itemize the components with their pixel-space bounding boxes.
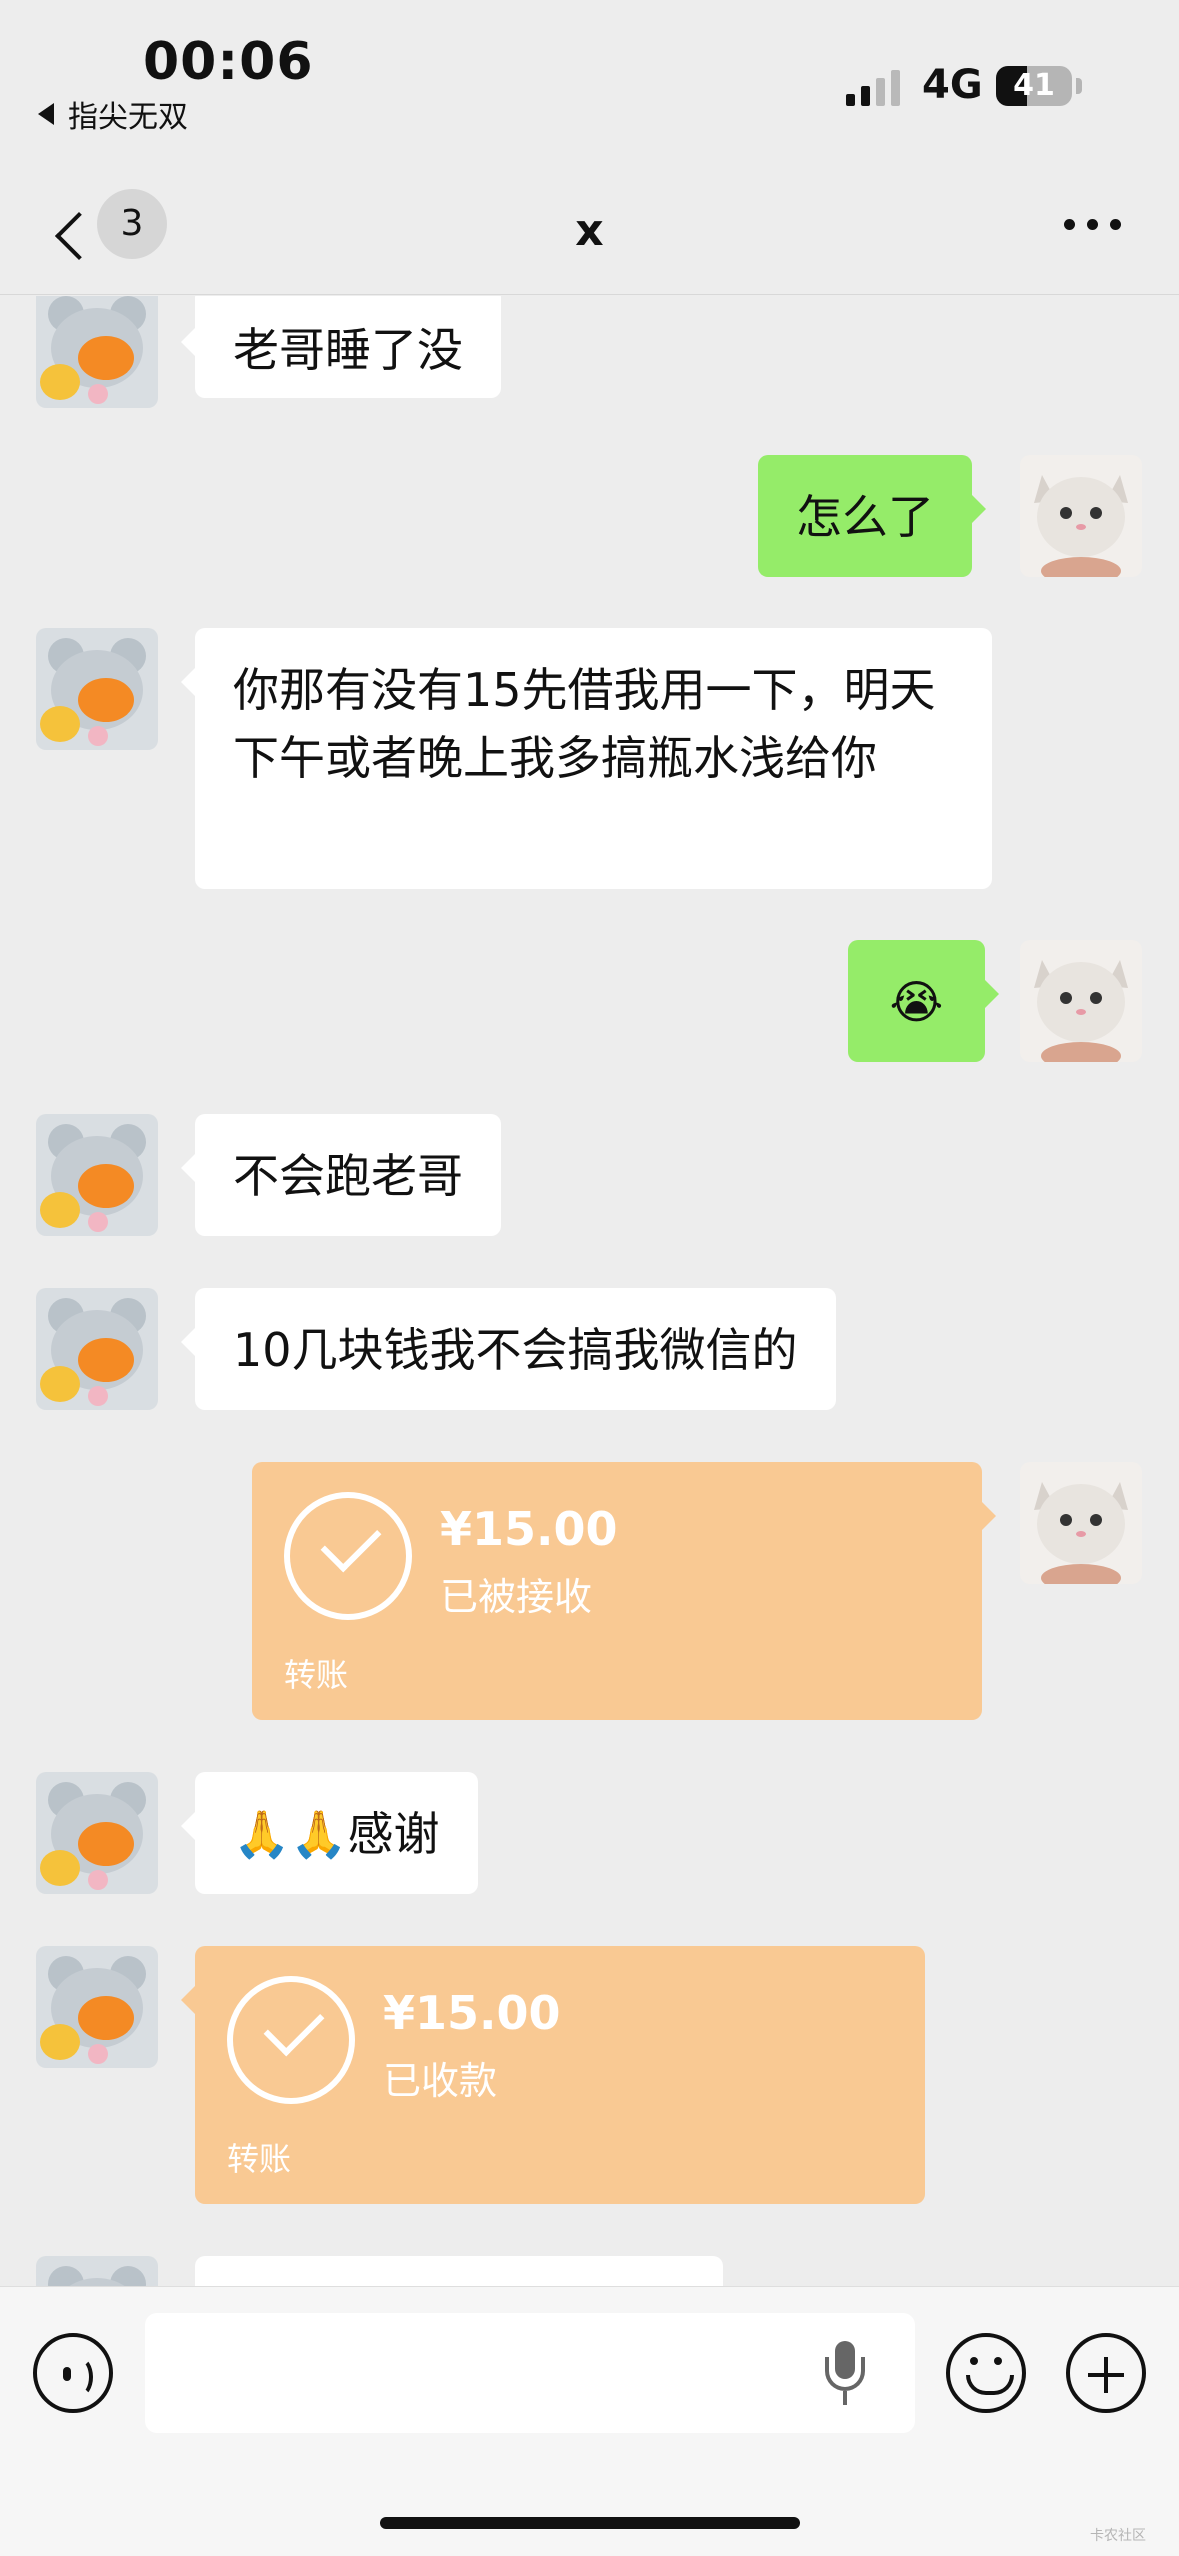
contact-avatar[interactable] bbox=[36, 296, 158, 408]
transfer-amount: ¥15.00 bbox=[440, 1502, 618, 1556]
battery-icon: 41 bbox=[996, 66, 1072, 106]
check-circle-icon bbox=[227, 1976, 355, 2104]
outgoing-message[interactable]: 怎么了 bbox=[758, 455, 986, 577]
transfer-status: 已收款 bbox=[383, 2059, 498, 2103]
contact-avatar[interactable] bbox=[36, 1946, 158, 2068]
transfer-label: 转账 bbox=[227, 2140, 292, 2178]
voice-icon[interactable] bbox=[33, 2333, 113, 2413]
transfer-label: 转账 bbox=[284, 1656, 349, 1694]
contact-avatar[interactable] bbox=[36, 2256, 158, 2286]
contact-avatar[interactable] bbox=[36, 1288, 158, 1410]
back-triangle-icon bbox=[38, 103, 54, 125]
contact-avatar[interactable] bbox=[36, 1114, 158, 1236]
transfer-status: 已被接收 bbox=[440, 1575, 593, 1619]
emoji-icon[interactable] bbox=[946, 2333, 1026, 2413]
message-input[interactable] bbox=[145, 2313, 915, 2433]
my-avatar[interactable] bbox=[1020, 1462, 1142, 1584]
back-app-label: 指尖无双 bbox=[68, 100, 188, 135]
check-circle-icon bbox=[284, 1492, 412, 1620]
chat-header: 3 x bbox=[0, 175, 1179, 295]
home-indicator[interactable] bbox=[380, 2517, 800, 2529]
chat-title: x bbox=[575, 205, 604, 256]
cellular-signal-icon bbox=[846, 70, 900, 106]
microphone-icon[interactable] bbox=[825, 2341, 865, 2407]
incoming-message[interactable]: 🙏🙏感谢 bbox=[181, 1772, 478, 1894]
incoming-message-partial[interactable] bbox=[195, 2256, 723, 2286]
incoming-message[interactable]: 你那有没有15先借我用一下，明天下午或者晚上我多搞瓶水浅给你 bbox=[181, 628, 992, 889]
input-bar: 卡农社区 bbox=[0, 2286, 1179, 2556]
more-icon[interactable] bbox=[1064, 219, 1121, 230]
contact-avatar[interactable] bbox=[36, 1772, 158, 1894]
my-avatar[interactable] bbox=[1020, 940, 1142, 1062]
my-avatar[interactable] bbox=[1020, 455, 1142, 577]
network-type: 4G bbox=[922, 62, 983, 108]
message-list[interactable]: 老哥睡了没 怎么了 你那有没有15先借我用一下，明天下午或者晚上我多搞瓶水浅给你… bbox=[0, 296, 1179, 2286]
incoming-message[interactable]: 不会跑老哥 bbox=[181, 1114, 501, 1236]
status-bar: 00:06 指尖无双 4G 41 bbox=[0, 0, 1179, 175]
incoming-transfer-card[interactable]: ¥15.00 已收款 转账 bbox=[181, 1946, 925, 2204]
watermark: 卡农社区 bbox=[1090, 2528, 1146, 2544]
incoming-message[interactable]: 10几块钱我不会搞我微信的 bbox=[181, 1288, 836, 1410]
outgoing-emoji-message[interactable]: 😭 bbox=[848, 940, 999, 1062]
outgoing-transfer-card[interactable]: ¥15.00 已被接收 转账 bbox=[252, 1462, 996, 1720]
battery-cap bbox=[1076, 78, 1082, 94]
status-time: 00:06 bbox=[143, 32, 314, 92]
transfer-amount: ¥15.00 bbox=[383, 1986, 561, 2040]
battery-percent: 41 bbox=[1013, 68, 1055, 103]
back-to-app-button[interactable]: 指尖无双 bbox=[38, 92, 188, 136]
incoming-message[interactable]: 老哥睡了没 bbox=[181, 296, 501, 398]
contact-avatar[interactable] bbox=[36, 628, 158, 750]
plus-icon[interactable] bbox=[1066, 2333, 1146, 2413]
